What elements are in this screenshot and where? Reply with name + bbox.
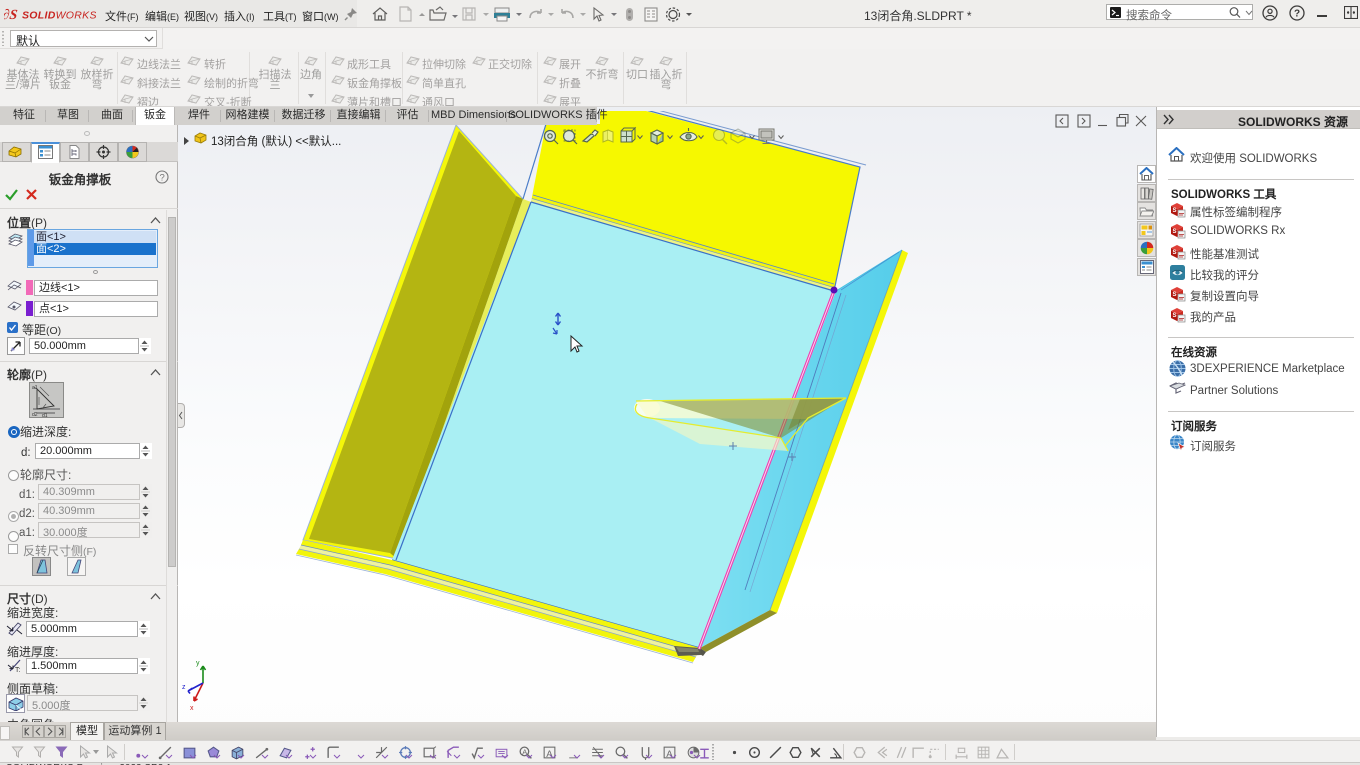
- svg-text:S: S: [1173, 313, 1177, 319]
- svg-text:S: S: [1173, 292, 1177, 298]
- svg-text:y: y: [196, 660, 200, 667]
- svg-text:z: z: [182, 684, 186, 691]
- svg-text:?: ?: [160, 173, 165, 184]
- svg-text:S: S: [1173, 250, 1177, 256]
- svg-text:T:: T:: [15, 667, 21, 674]
- svg-text:S: S: [1173, 208, 1177, 214]
- svg-text:d1: d1: [42, 413, 48, 417]
- svg-text:S: S: [1173, 229, 1177, 235]
- svg-text:x: x: [190, 705, 194, 712]
- svg-text:d2: d2: [32, 412, 38, 417]
- svg-text:a1: a1: [32, 385, 38, 391]
